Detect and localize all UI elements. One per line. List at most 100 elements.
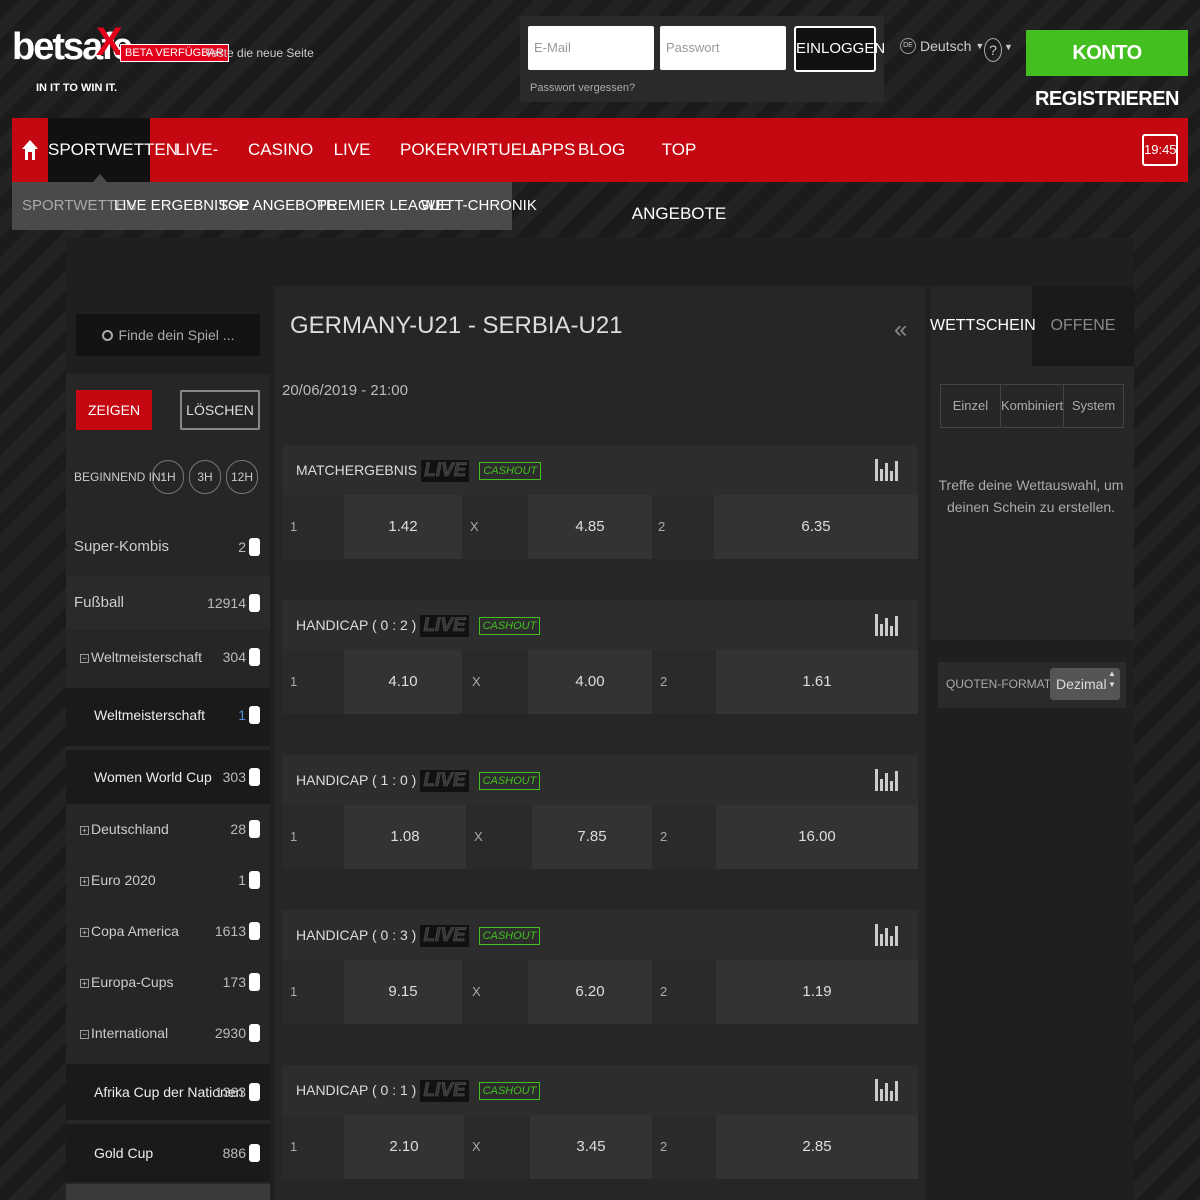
odds-button[interactable]: 1.61 — [716, 650, 918, 714]
nav-poker[interactable]: POKER — [400, 118, 460, 182]
nav-live-casino[interactable]: LIVE CASINO — [312, 118, 392, 223]
collapse-icon[interactable]: − — [80, 653, 89, 663]
checkbox[interactable] — [249, 648, 260, 666]
statistics-icon[interactable] — [875, 459, 898, 481]
language-selector[interactable]: DE Deutsch ▼ — [900, 38, 984, 54]
market-title: HANDICAP ( 0 : 1 ) LIVE CASHOUT — [296, 1065, 541, 1115]
sidebar-item-count: 886 — [222, 1145, 246, 1161]
nav-virtuell[interactable]: VIRTUELL — [460, 118, 541, 182]
market-header[interactable]: HANDICAP ( 0 : 2 ) LIVE CASHOUT — [282, 600, 918, 650]
sidebar-item-weltmeisterschaft-league[interactable]: Weltmeisterschaft 1 — [66, 688, 270, 746]
clear-button[interactable]: LÖSCHEN — [180, 390, 260, 430]
statistics-icon[interactable] — [875, 1079, 898, 1101]
odds-button[interactable]: 1.08 — [344, 805, 466, 869]
checkbox[interactable] — [249, 1024, 260, 1042]
odds-button[interactable]: 2.10 — [344, 1115, 464, 1179]
sidebar-item-weltmeisterschaft[interactable]: − Weltmeisterschaft 304 — [66, 630, 270, 684]
sidebar-item-euro-2020[interactable]: + Euro 2020 1 — [66, 855, 270, 905]
market-header[interactable]: HANDICAP ( 0 : 1 ) LIVE CASHOUT — [282, 1065, 918, 1115]
login-button[interactable]: EINLOGGEN — [794, 26, 885, 72]
checkbox[interactable] — [249, 820, 260, 838]
register-button[interactable]: KONTO REGISTRIEREN — [1026, 30, 1188, 110]
mode-einzel[interactable]: Einzel — [941, 385, 1001, 427]
market-name: HANDICAP ( 0 : 3 ) — [296, 927, 417, 943]
sidebar-item-count: 303 — [222, 769, 246, 785]
nav-top-angebote[interactable]: TOP ANGEBOTE — [630, 118, 728, 223]
checkbox[interactable] — [249, 922, 260, 940]
mode-kombiniert[interactable]: Kombiniert — [1001, 385, 1065, 427]
sidebar-item-label: + Deutschland — [80, 804, 169, 854]
sidebar-item-copa-america[interactable]: + Copa America 1613 — [66, 906, 270, 956]
nav-sportwetten[interactable]: SPORTWETTEN — [48, 118, 178, 182]
filter-12h[interactable]: 12H — [226, 460, 258, 494]
expand-icon[interactable]: + — [80, 927, 89, 937]
beta-link[interactable]: Teste die neue Seite — [205, 46, 314, 60]
statistics-icon[interactable] — [875, 614, 898, 636]
expand-icon[interactable]: + — [80, 978, 89, 988]
tab-offene-wetten[interactable]: OFFENE WETTEN — [1032, 286, 1134, 414]
home-icon[interactable] — [12, 118, 48, 182]
sidebar-item-super-kombis[interactable]: Super-Kombis 2 — [66, 520, 270, 574]
checkbox[interactable] — [249, 1144, 260, 1162]
search-input[interactable]: Finde dein Spiel ... — [76, 314, 260, 356]
help-icon[interactable]: ? — [984, 38, 1002, 62]
checkbox[interactable] — [249, 768, 260, 786]
market-header[interactable]: HANDICAP ( 1 : 0 ) LIVE CASHOUT — [282, 755, 918, 805]
odds-button[interactable]: 7.85 — [532, 805, 652, 869]
odds-button[interactable]: 2.85 — [716, 1115, 918, 1179]
checkbox[interactable] — [249, 973, 260, 991]
odds-button[interactable]: 4.00 — [528, 650, 652, 714]
odds-button[interactable]: 4.85 — [528, 495, 652, 559]
checkbox[interactable] — [249, 871, 260, 889]
mode-system[interactable]: System — [1064, 385, 1123, 427]
subnav-wett-chronik[interactable]: WETT-CHRONIK — [421, 182, 537, 230]
expand-icon[interactable]: + — [80, 825, 89, 835]
sidebar-item-afrika-cup[interactable]: Afrika Cup der Nationen 1363 — [66, 1064, 270, 1120]
show-button[interactable]: ZEIGEN — [76, 390, 152, 430]
checkbox[interactable] — [249, 538, 260, 556]
statistics-icon[interactable] — [875, 924, 898, 946]
cashout-badge: CASHOUT — [479, 462, 542, 481]
cashout-badge: CASHOUT — [478, 1082, 541, 1101]
nav-apps[interactable]: APPS — [530, 118, 575, 182]
nav-casino[interactable]: CASINO — [248, 118, 313, 182]
sidebar-item-label: Weltmeisterschaft — [94, 707, 205, 723]
sidebar-item-women-world-cup[interactable]: Women World Cup 303 — [66, 750, 270, 804]
chevron-down-icon[interactable]: ▼ — [1004, 42, 1013, 52]
market-name: MATCHERGEBNIS — [296, 462, 418, 478]
odds-button[interactable]: 1.19 — [716, 960, 918, 1024]
live-badge: LIVE — [420, 1080, 469, 1103]
forgot-password-link[interactable]: Passwort vergessen? — [530, 82, 635, 94]
filter-1h[interactable]: 1H — [152, 460, 184, 494]
sidebar-item-fussball[interactable]: Fußball 12914 — [66, 576, 270, 630]
odds-button[interactable]: 3.45 — [530, 1115, 652, 1179]
checkbox[interactable] — [249, 594, 260, 612]
filter-3h[interactable]: 3H — [189, 460, 221, 494]
sidebar-item-label: + Copa America — [80, 906, 179, 956]
odds-button[interactable]: 9.15 — [344, 960, 462, 1024]
odds-button[interactable]: 6.20 — [528, 960, 652, 1024]
tab-wettschein[interactable]: WETTSCHEIN — [930, 286, 1036, 366]
market-header[interactable]: MATCHERGEBNIS LIVE CASHOUT — [282, 445, 918, 495]
checkbox[interactable] — [249, 706, 260, 724]
odds-button[interactable]: 16.00 — [716, 805, 918, 869]
expand-icon[interactable]: + — [80, 876, 89, 886]
statistics-icon[interactable] — [875, 769, 898, 791]
odds-button[interactable]: 1.42 — [344, 495, 462, 559]
nav-blog[interactable]: BLOG — [578, 118, 625, 182]
collapse-icon[interactable]: − — [80, 1029, 89, 1039]
sidebar-item-international[interactable]: − International 2930 — [66, 1008, 270, 1058]
email-field[interactable]: E-Mail — [528, 26, 654, 70]
sidebar-item-europa-cups[interactable]: + Europa-Cups 173 — [66, 957, 270, 1007]
collapse-panel-icon[interactable]: « — [894, 316, 907, 344]
sidebar-item-deutschland[interactable]: + Deutschland 28 — [66, 804, 270, 854]
sidebar-item-count: 173 — [222, 974, 246, 990]
odds-button[interactable]: 6.35 — [714, 495, 918, 559]
checkbox[interactable] — [249, 1083, 260, 1101]
odds-button[interactable]: 4.10 — [344, 650, 462, 714]
sidebar-item-gold-cup[interactable]: Gold Cup 886 — [66, 1124, 270, 1182]
password-field[interactable]: Passwort — [660, 26, 786, 70]
nav-live-wetten[interactable]: LIVE-WETTEN — [154, 118, 240, 223]
market-header[interactable]: HANDICAP ( 0 : 3 ) LIVE CASHOUT — [282, 910, 918, 960]
sidebar-item-next[interactable] — [66, 1184, 270, 1200]
